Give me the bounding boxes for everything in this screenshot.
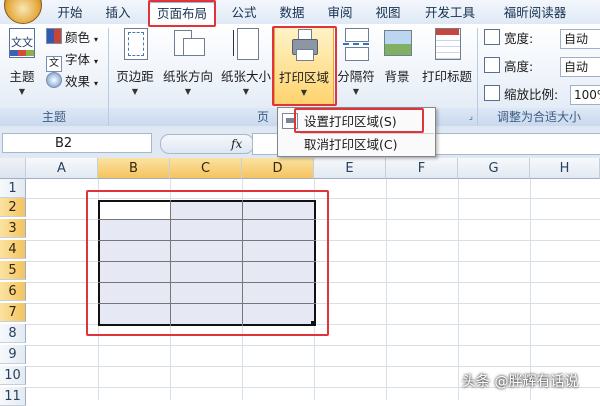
chevron-down-icon: ▾ xyxy=(94,57,99,66)
background-image-icon xyxy=(382,28,412,60)
tab-data[interactable]: 数据 xyxy=(274,2,310,23)
themes-button[interactable]: 文文 主题 ▼ xyxy=(2,26,42,96)
dialog-launcher-icon[interactable]: ⌟ xyxy=(469,108,473,126)
column-header-h[interactable]: H xyxy=(530,158,600,179)
scale-icon xyxy=(484,85,500,101)
column-header-f[interactable]: F xyxy=(386,158,458,179)
row-header-5[interactable]: 5 xyxy=(0,261,26,280)
grid-line xyxy=(26,366,600,367)
column-header-g[interactable]: G xyxy=(458,158,530,179)
fonts-button[interactable]: 文字体 ▾ xyxy=(46,50,99,72)
width-select[interactable]: 自动 xyxy=(560,29,600,49)
themes-label: 主题 xyxy=(9,69,35,84)
watermark: 头条 @胖辉有话说 xyxy=(462,374,579,390)
print-titles-icon xyxy=(432,28,462,60)
chevron-down-icon: ▾ xyxy=(94,35,99,44)
ribbon-tab-bar: 开始 插入 页面布局 公式 数据 审阅 视图 开发工具 福昕阅读器 xyxy=(0,0,600,25)
chevron-down-icon: ▾ xyxy=(94,79,99,88)
fonts-icon: 文 xyxy=(46,56,62,72)
chevron-down-icon: ▼ xyxy=(18,87,26,96)
chevron-down-icon: ▼ xyxy=(242,87,250,96)
column-header-d[interactable]: D xyxy=(242,158,314,179)
orientation-icon xyxy=(173,28,205,60)
margins-icon xyxy=(120,28,150,60)
row-header-6[interactable]: 6 xyxy=(0,282,26,301)
orientation-button[interactable]: 纸张方向 ▼ xyxy=(160,26,216,96)
row-header-8[interactable]: 8 xyxy=(0,324,26,343)
page-break-icon xyxy=(341,28,371,61)
chevron-down-icon: ▼ xyxy=(131,87,139,96)
insert-function-button[interactable]: fx xyxy=(231,137,242,151)
size-button[interactable]: 纸张大小 ▼ xyxy=(218,26,274,96)
chevron-down-icon: ▼ xyxy=(352,87,360,96)
highlight-set-print-area xyxy=(294,108,424,133)
grid-line xyxy=(26,345,600,346)
clear-print-area-item[interactable]: 取消打印区域(C) xyxy=(304,135,397,155)
tab-review[interactable]: 审阅 xyxy=(322,2,358,23)
width-control: 宽度: xyxy=(484,28,533,50)
column-header-b[interactable]: B xyxy=(98,158,170,179)
name-box[interactable]: B2 xyxy=(2,133,152,153)
height-select[interactable]: 自动 xyxy=(560,57,600,77)
group-label-scale-to-fit: 调整为合适大小 xyxy=(478,108,600,126)
scale-input[interactable]: 100% xyxy=(570,85,600,105)
effects-button[interactable]: 效果 ▾ xyxy=(46,72,98,92)
column-header-c[interactable]: C xyxy=(170,158,242,179)
tab-formulas[interactable]: 公式 xyxy=(226,2,262,23)
colors-icon xyxy=(46,28,62,44)
select-all-corner[interactable] xyxy=(0,158,26,179)
tab-developer[interactable]: 开发工具 xyxy=(418,2,482,23)
tab-home[interactable]: 开始 xyxy=(52,2,88,23)
group-label-themes: 主题 xyxy=(0,108,108,126)
tab-insert[interactable]: 插入 xyxy=(100,2,136,23)
width-icon xyxy=(484,29,500,45)
row-header-1[interactable]: 1 xyxy=(0,179,26,198)
highlight-selected-range xyxy=(86,190,329,336)
margins-button[interactable]: 页边距 ▼ xyxy=(112,26,158,96)
row-header-9[interactable]: 9 xyxy=(0,345,26,364)
effects-icon xyxy=(46,72,62,88)
highlight-page-layout-tab xyxy=(148,0,216,27)
row-header-4[interactable]: 4 xyxy=(0,240,26,259)
menu-divider xyxy=(300,133,434,134)
row-header-2[interactable]: 2 xyxy=(0,198,26,217)
column-header-a[interactable]: A xyxy=(26,158,98,179)
height-icon xyxy=(484,57,500,73)
print-titles-button[interactable]: 打印标题 xyxy=(418,26,476,85)
row-header-3[interactable]: 3 xyxy=(0,219,26,238)
tab-foxit-reader[interactable]: 福昕阅读器 xyxy=(494,2,576,23)
colors-button[interactable]: 颜色 ▾ xyxy=(46,28,98,48)
tab-view[interactable]: 视图 xyxy=(370,2,406,23)
row-header-11[interactable]: 11 xyxy=(0,387,26,406)
scale-control: 缩放比例: xyxy=(484,84,558,106)
row-header-10[interactable]: 10 xyxy=(0,366,26,385)
height-control: 高度: xyxy=(484,56,533,78)
background-button[interactable]: 背景 xyxy=(378,26,416,85)
column-header-e[interactable]: E xyxy=(314,158,386,179)
chevron-down-icon: ▼ xyxy=(184,87,192,96)
paper-size-icon xyxy=(231,28,261,60)
breaks-button[interactable]: 分隔符 ▼ xyxy=(336,26,376,96)
themes-icon: 文文 xyxy=(7,28,37,60)
highlight-print-area-button xyxy=(272,26,337,106)
office-button[interactable] xyxy=(4,0,42,24)
row-header-7[interactable]: 7 xyxy=(0,303,26,322)
